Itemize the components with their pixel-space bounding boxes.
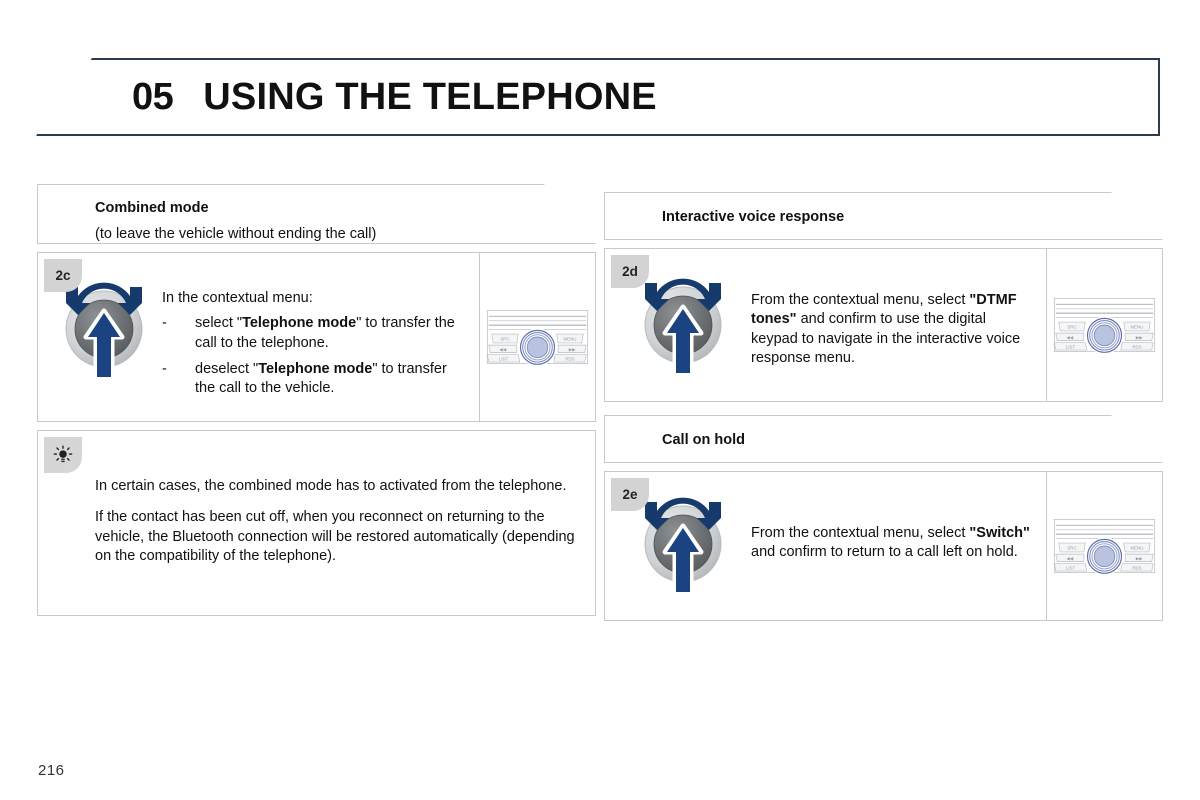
page-title: USING THE TELEPHONE <box>203 76 657 118</box>
section-header-body: Interactive voice response <box>604 192 1163 242</box>
bullet-text: deselect "Telephone mode" to transfer th… <box>195 360 467 399</box>
right-column: Interactive voice response 2d From the c… <box>604 192 1163 621</box>
svg-text:MENU: MENU <box>1130 546 1143 551</box>
header-title-row: 05 USING THE TELEPHONE <box>132 58 657 136</box>
list-item: - deselect "Telephone mode" to transfer … <box>162 360 467 399</box>
step-text-pre: From the contextual menu, select <box>751 525 970 541</box>
bullet-dash: - <box>162 360 167 377</box>
tip-panel: In certain cases, the combined mode has … <box>37 430 596 617</box>
step-text-pre: From the contextual menu, select <box>751 292 970 308</box>
tip-text: In certain cases, the combined mode has … <box>38 431 595 584</box>
rotary-knob-illustration <box>631 488 735 606</box>
bullet-text: select "Telephone mode" to transfer the … <box>195 314 467 353</box>
step-panel-2c: 2c In the contextual menu: - select "Tel… <box>37 252 596 423</box>
svg-text:MENU: MENU <box>1130 325 1143 330</box>
svg-text:LIST: LIST <box>499 357 509 362</box>
step-lead-text: In the contextual menu: <box>162 290 313 306</box>
section-header-combined-mode: Combined mode (to leave the vehicle with… <box>37 184 596 244</box>
rotary-knob-icon <box>644 278 722 378</box>
svg-text:MENU: MENU <box>563 337 576 342</box>
step-text-2c: In the contextual menu: - select "Teleph… <box>156 253 479 421</box>
section-title: Combined mode <box>95 200 209 216</box>
section-title: Interactive voice response <box>662 209 845 225</box>
car-audio-panel-icon: SRC MENU ◀◀ ▶▶ LIST RDS <box>1053 298 1156 355</box>
svg-text:RDS: RDS <box>565 357 574 362</box>
svg-text:SRC: SRC <box>500 337 510 342</box>
rotary-knob-illustration <box>631 269 735 387</box>
section-header-call-on-hold: Call on hold <box>604 415 1163 463</box>
tip-paragraph-2: If the contact has been cut off, when yo… <box>95 508 575 565</box>
thumbnail-cell-2e: SRC MENU ◀◀ ▶▶ LIST RDS <box>1046 472 1162 620</box>
left-column: Combined mode (to leave the vehicle with… <box>37 184 596 617</box>
bullet-strong: Telephone mode <box>242 315 357 332</box>
svg-text:◀◀: ◀◀ <box>499 347 506 352</box>
page-header: 05 USING THE TELEPHONE <box>36 58 1160 136</box>
step-panel-2d: 2d From the contextual menu, select "DTM… <box>604 248 1163 402</box>
list-item: - select "Telephone mode" to transfer th… <box>162 314 467 353</box>
step-panel-main: From the contextual menu, select "DTMF t… <box>605 249 1046 401</box>
svg-text:SRC: SRC <box>1067 325 1077 330</box>
step-panel-main: From the contextual menu, select "Switch… <box>605 472 1046 620</box>
light-bulb-icon <box>44 437 82 474</box>
thumbnail-cell-2d: SRC MENU ◀◀ ▶▶ LIST RDS <box>1046 249 1162 401</box>
bullet-strong: Telephone mode <box>258 360 373 377</box>
svg-text:▶▶: ▶▶ <box>1136 556 1143 561</box>
bullet-dash: - <box>162 315 167 332</box>
svg-text:LIST: LIST <box>1066 345 1076 350</box>
step-text-2d: From the contextual menu, select "DTMF t… <box>735 249 1046 401</box>
step-text-strong: "Switch" <box>969 525 1030 541</box>
section-header-interactive-voice-response: Interactive voice response <box>604 192 1163 240</box>
step-badge-2e: 2e <box>611 478 649 511</box>
section-header-body: Call on hold <box>604 415 1163 465</box>
section-subtitle: (to leave the vehicle without ending the… <box>95 226 377 243</box>
section-title: Call on hold <box>662 432 745 448</box>
light-bulb-glyph <box>53 445 73 463</box>
step-panel-main: In the contextual menu: - select "Teleph… <box>38 253 479 421</box>
thumbnail-cell-2c: SRC MENU ◀◀ ▶▶ LIST RDS <box>479 253 595 422</box>
step-text-post: and confirm to return to a call left on … <box>751 544 1018 561</box>
svg-text:RDS: RDS <box>1132 566 1141 571</box>
step-body-text: From the contextual menu, select "DTMF t… <box>751 291 1034 368</box>
step-bullet-list: - select "Telephone mode" to transfer th… <box>162 314 467 398</box>
rotary-knob-icon <box>644 497 722 597</box>
step-badge-2c: 2c <box>44 259 82 292</box>
bullet-pre: select " <box>195 315 243 332</box>
svg-text:RDS: RDS <box>1132 345 1141 350</box>
step-body-text: From the contextual menu, select "Switch… <box>751 524 1034 563</box>
svg-text:◀◀: ◀◀ <box>1066 335 1073 340</box>
svg-text:LIST: LIST <box>1066 566 1076 571</box>
svg-text:▶▶: ▶▶ <box>569 347 576 352</box>
step-text-2e: From the contextual menu, select "Switch… <box>735 472 1046 620</box>
chapter-number: 05 <box>132 76 174 118</box>
bullet-pre: deselect " <box>195 360 259 377</box>
car-audio-panel-icon: SRC MENU ◀◀ ▶▶ LIST RDS <box>486 310 589 367</box>
svg-text:◀◀: ◀◀ <box>1066 556 1073 561</box>
svg-text:SRC: SRC <box>1067 546 1077 551</box>
car-audio-panel-icon: SRC MENU ◀◀ ▶▶ LIST RDS <box>1053 519 1156 576</box>
page-number: 216 <box>38 762 65 779</box>
step-badge-2d: 2d <box>611 255 649 288</box>
svg-text:▶▶: ▶▶ <box>1136 335 1143 340</box>
tip-paragraph-1: In certain cases, the combined mode has … <box>95 478 567 495</box>
step-panel-2e: 2e From the contextual menu, select "Swi… <box>604 471 1163 621</box>
